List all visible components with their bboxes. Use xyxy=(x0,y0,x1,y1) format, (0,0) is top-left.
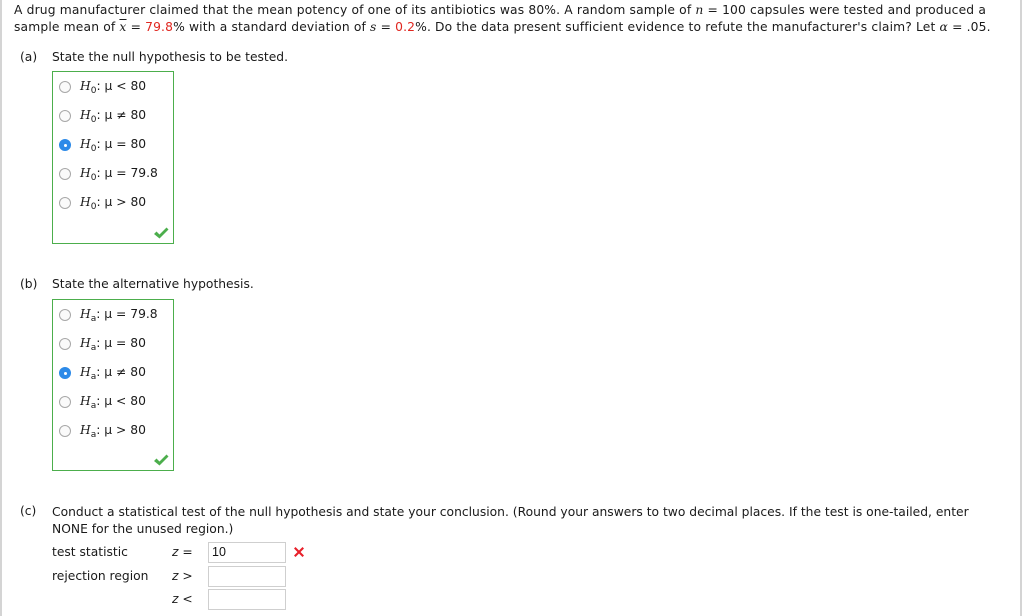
radio-unselected[interactable] xyxy=(59,396,71,408)
part-c-prompt-line2: NONE for the unused region.) xyxy=(52,522,234,536)
hypothesis-relation: : μ = 79.8 xyxy=(96,165,158,180)
alternative-hypothesis-option[interactable]: Ha: μ = 79.8 xyxy=(59,306,158,324)
radio-unselected[interactable] xyxy=(59,197,71,209)
hypothesis-symbol: H xyxy=(80,422,91,437)
operator: < xyxy=(178,592,193,606)
problem-statement: A drug manufacturer claimed that the mea… xyxy=(14,2,1014,36)
null-hypothesis-option[interactable]: H0: μ = 79.8 xyxy=(59,165,158,183)
hypothesis-symbol: H xyxy=(80,393,91,408)
part-b-choice-box: Ha: μ = 79.8 Ha: μ = 80 Ha: μ ≠ 80 Ha: μ < … xyxy=(52,299,174,471)
alpha-value: = .05. xyxy=(948,20,991,34)
part-a-choice-box: H0: μ < 80 H0: μ ≠ 80 H0: μ = 80 H0: μ = 79… xyxy=(52,71,174,244)
option-label: Ha: μ = 79.8 xyxy=(80,307,158,324)
null-hypothesis-option[interactable]: H0: μ < 80 xyxy=(59,78,146,96)
test-statistic-row: test statistic z = 10 xyxy=(52,541,306,563)
null-hypothesis-option[interactable]: H0: μ = 80 xyxy=(59,136,146,154)
alternative-hypothesis-option[interactable]: Ha: μ > 80 xyxy=(59,422,146,440)
radio-unselected[interactable] xyxy=(59,338,71,350)
equals: = xyxy=(376,20,396,34)
hypothesis-relation: : μ = 80 xyxy=(96,136,147,151)
hypothesis-symbol: H xyxy=(80,136,91,151)
part-c-prompt-line1: Conduct a statistical test of the null h… xyxy=(52,505,969,519)
operator: > xyxy=(178,569,193,583)
hypothesis-relation: : μ = 79.8 xyxy=(96,306,158,321)
problem-text: sample mean of xyxy=(14,20,120,34)
hypothesis-relation: : μ < 80 xyxy=(96,393,146,408)
hypothesis-symbol: H xyxy=(80,306,91,321)
rejection-lower-input[interactable] xyxy=(208,588,286,610)
rejection-upper-row: rejection region z > xyxy=(52,565,286,587)
std-dev-value: 0.2 xyxy=(395,20,416,34)
option-label: H0: μ = 80 xyxy=(80,137,146,154)
test-statistic-input[interactable]: 10 xyxy=(208,541,286,563)
option-label: Ha: μ < 80 xyxy=(80,394,146,411)
option-label: Ha: μ = 80 xyxy=(80,336,146,353)
sample-size: 100 xyxy=(722,3,746,17)
radio-unselected[interactable] xyxy=(59,81,71,93)
radio-unselected[interactable] xyxy=(59,309,71,321)
operator: = xyxy=(178,545,193,559)
radio-unselected[interactable] xyxy=(59,168,71,180)
radio-selected[interactable] xyxy=(59,139,71,151)
equals: = xyxy=(126,20,146,34)
alternative-hypothesis-option[interactable]: Ha: μ < 80 xyxy=(59,393,146,411)
hypothesis-symbol: H xyxy=(80,194,91,209)
hypothesis-relation: : μ = 80 xyxy=(96,335,146,350)
incorrect-x-icon xyxy=(294,547,304,557)
hypothesis-relation: : μ < 80 xyxy=(96,78,147,93)
option-label: Ha: μ ≠ 80 xyxy=(80,365,146,382)
alternative-hypothesis-option[interactable]: Ha: μ ≠ 80 xyxy=(59,364,146,382)
null-hypothesis-option[interactable]: H0: μ > 80 xyxy=(59,194,146,212)
rejection-lower-row: z < xyxy=(52,588,286,610)
radio-selected[interactable] xyxy=(59,367,71,379)
null-hypothesis-option[interactable]: H0: μ ≠ 80 xyxy=(59,107,146,125)
option-label: H0: μ ≠ 80 xyxy=(80,108,146,125)
test-statistic-label: test statistic xyxy=(52,545,128,559)
problem-text: capsules were tested and produced a xyxy=(745,3,987,17)
hypothesis-relation: : μ ≠ 80 xyxy=(96,364,146,379)
rejection-lower-symbol: z < xyxy=(172,592,208,606)
part-b-label: (b) xyxy=(20,277,38,291)
hypothesis-symbol: H xyxy=(80,78,91,93)
radio-unselected[interactable] xyxy=(59,110,71,122)
option-label: Ha: μ > 80 xyxy=(80,423,146,440)
correct-check-icon xyxy=(154,454,169,466)
rejection-region-label: rejection region xyxy=(52,569,149,583)
hypothesis-relation: : μ > 80 xyxy=(96,194,147,209)
equals: = xyxy=(703,3,723,17)
alternative-hypothesis-option[interactable]: Ha: μ = 80 xyxy=(59,335,146,353)
part-a-prompt: State the null hypothesis to be tested. xyxy=(52,50,289,64)
part-b-prompt: State the alternative hypothesis. xyxy=(52,277,254,291)
hypothesis-symbol: H xyxy=(80,107,91,122)
part-c-label: (c) xyxy=(20,504,37,518)
test-statistic-symbol: z = xyxy=(172,545,208,559)
hypothesis-symbol: H xyxy=(80,335,91,350)
problem-text: %. Do the data present sufficient eviden… xyxy=(415,20,940,34)
option-label: H0: μ > 80 xyxy=(80,195,146,212)
option-label: H0: μ < 80 xyxy=(80,79,146,96)
hypothesis-relation: : μ > 80 xyxy=(96,422,146,437)
rejection-upper-symbol: z > xyxy=(172,569,208,583)
sample-mean-value: 79.8 xyxy=(145,20,174,34)
rejection-upper-input[interactable] xyxy=(208,565,286,587)
part-a-label: (a) xyxy=(20,50,38,64)
xbar-symbol: x xyxy=(119,20,127,34)
option-label: H0: μ = 79.8 xyxy=(80,166,158,183)
hypothesis-symbol: H xyxy=(80,364,91,379)
problem-text: A drug manufacturer claimed that the mea… xyxy=(14,3,696,17)
correct-check-icon xyxy=(154,227,169,239)
hypothesis-relation: : μ ≠ 80 xyxy=(96,107,147,122)
hypothesis-symbol: H xyxy=(80,165,91,180)
alpha-symbol: α xyxy=(939,20,949,34)
problem-text: % with a standard deviation of xyxy=(173,20,371,34)
part-c-prompt: Conduct a statistical test of the null h… xyxy=(52,504,1012,538)
radio-unselected[interactable] xyxy=(59,425,71,437)
